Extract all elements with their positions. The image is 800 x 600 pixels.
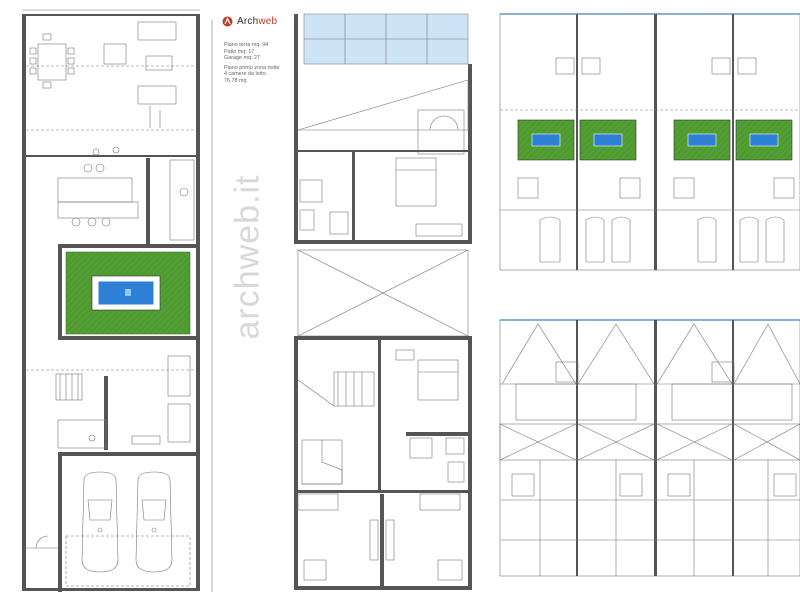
plans-svg	[22, 9, 800, 592]
floor-plan-sheet: Archweb Piano terra mq: 94 Patio mq: 17 …	[0, 0, 800, 600]
first-floor-plan	[294, 13, 472, 590]
ground-floor-plan	[22, 9, 213, 592]
row-houses-first-plan	[499, 319, 800, 577]
row-houses-ground-plan	[499, 13, 800, 271]
